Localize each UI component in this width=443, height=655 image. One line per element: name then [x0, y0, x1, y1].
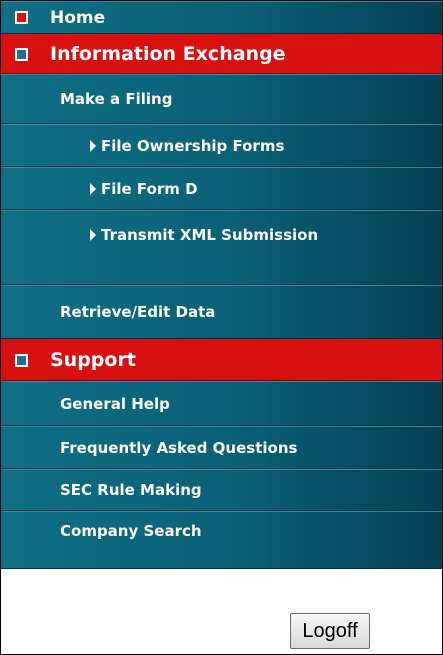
- nav-file-ownership-forms-label: File Ownership Forms: [101, 136, 285, 155]
- nav-file-form-d-label: File Form D: [101, 179, 198, 198]
- navigation-panel: Home Information Exchange Make a Filing …: [0, 0, 443, 655]
- nav-company-search-label: Company Search: [60, 522, 202, 540]
- triangle-right-icon: [90, 228, 96, 241]
- nav-support[interactable]: Support: [1, 339, 442, 381]
- nav-sec-rule-making[interactable]: SEC Rule Making: [1, 469, 442, 511]
- nav-make-a-filing-label: Make a Filing: [60, 90, 173, 108]
- nav-file-ownership-forms[interactable]: File Ownership Forms: [1, 124, 442, 167]
- nav-home-label: Home: [50, 7, 106, 28]
- blue-square-icon: [15, 47, 28, 61]
- nav-frequently-asked-questions[interactable]: Frequently Asked Questions: [1, 426, 442, 469]
- blue-square-icon: [15, 353, 28, 367]
- nav-information-exchange-label: Information Exchange: [50, 43, 286, 65]
- nav-transmit-xml-submission[interactable]: Transmit XML Submission: [1, 210, 442, 285]
- triangle-right-icon: [90, 139, 96, 152]
- nav-file-form-d[interactable]: File Form D: [1, 167, 442, 210]
- nav-faq-label: Frequently Asked Questions: [60, 438, 298, 457]
- logoff-button[interactable]: Logoff: [290, 613, 370, 649]
- nav-sec-rule-making-label: SEC Rule Making: [60, 481, 202, 499]
- nav-general-help-label: General Help: [60, 394, 170, 413]
- nav-retrieve-edit-data[interactable]: Retrieve/Edit Data: [1, 285, 442, 339]
- red-square-icon: [15, 11, 28, 24]
- nav-retrieve-edit-data-label: Retrieve/Edit Data: [60, 303, 216, 321]
- nav-home[interactable]: Home: [1, 1, 442, 34]
- triangle-right-icon: [90, 182, 96, 195]
- nav-support-label: Support: [50, 349, 136, 371]
- nav-company-search[interactable]: Company Search: [1, 511, 442, 569]
- nav-transmit-xml-submission-label: Transmit XML Submission: [101, 225, 319, 244]
- nav-general-help[interactable]: General Help: [1, 381, 442, 426]
- nav-information-exchange[interactable]: Information Exchange: [1, 34, 442, 74]
- nav-make-a-filing[interactable]: Make a Filing: [1, 74, 442, 124]
